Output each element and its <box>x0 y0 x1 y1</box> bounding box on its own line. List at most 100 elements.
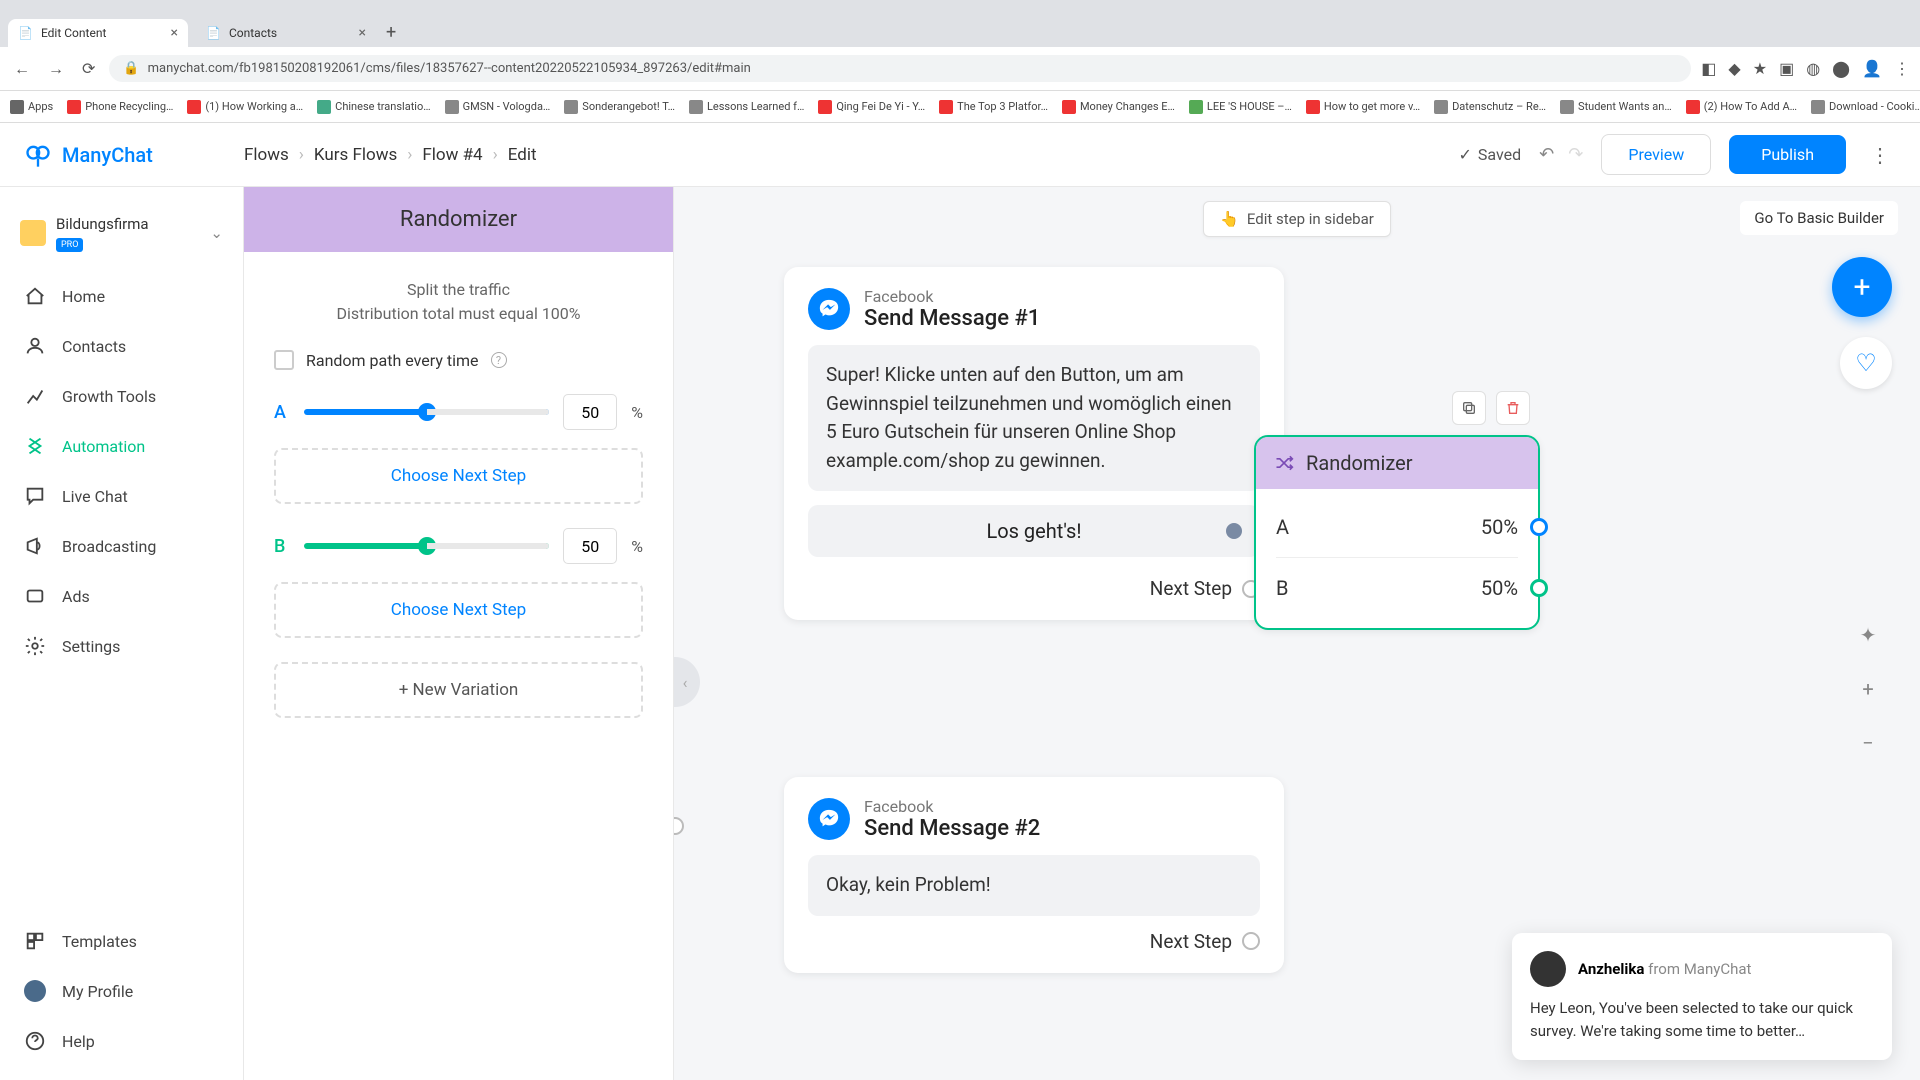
browser-tab-inactive[interactable]: 📄 Contacts × <box>196 19 376 47</box>
bookmark-item[interactable]: Apps <box>10 100 53 114</box>
extension-icon[interactable]: ◧ <box>1701 59 1716 78</box>
browser-tab-active[interactable]: 📄 Edit Content × <box>8 19 188 47</box>
randomizer-row-a[interactable]: A 50% <box>1276 497 1518 557</box>
extension-icon[interactable]: ▣ <box>1779 59 1794 78</box>
nav-my-profile[interactable]: My Profile <box>0 966 243 1016</box>
nav-help[interactable]: Help <box>0 1016 243 1066</box>
nav-live-chat[interactable]: Live Chat <box>0 471 243 521</box>
nav-broadcasting[interactable]: Broadcasting <box>0 521 243 571</box>
nav-growth-tools[interactable]: Growth Tools <box>0 371 243 421</box>
back-icon[interactable]: ← <box>10 55 34 83</box>
canvas-start-port[interactable] <box>674 817 684 835</box>
flow-canvas[interactable]: 👆 Edit step in sidebar Go To Basic Build… <box>674 187 1920 1080</box>
bookmark-item[interactable]: (2) How To Add A… <box>1686 100 1797 114</box>
bookmark-item[interactable]: Qing Fei De Yi - Y… <box>818 100 925 114</box>
url-bar[interactable]: 🔒 manychat.com/fb198150208192061/cms/fil… <box>109 55 1691 82</box>
publish-button[interactable]: Publish <box>1729 135 1846 174</box>
message-text[interactable]: Super! Klicke unten auf den Button, um a… <box>808 345 1260 491</box>
bookmark-item[interactable]: How to get more v… <box>1306 100 1420 114</box>
bookmark-item[interactable]: GMSN - Vologda… <box>445 100 551 114</box>
extension-icon[interactable]: ★ <box>1753 59 1767 78</box>
next-step-row[interactable]: Next Step <box>808 577 1260 600</box>
growth-icon <box>24 385 46 407</box>
org-selector[interactable]: Bildungsfirma PRO ⌄ <box>0 205 243 271</box>
collapse-sidebar-handle[interactable]: ‹ <box>674 657 700 707</box>
trash-icon <box>1505 400 1521 416</box>
breadcrumb-item[interactable]: Flows <box>244 145 289 165</box>
left-nav: Bildungsfirma PRO ⌄ Home Contacts Growth… <box>0 187 244 1080</box>
variant-pct-input[interactable] <box>563 394 617 430</box>
bookmark-item[interactable]: Datenschutz – Re… <box>1434 100 1546 114</box>
tab-close-icon[interactable]: × <box>171 25 178 41</box>
bookmark-item[interactable]: Money Changes E… <box>1062 100 1175 114</box>
randomizer-node[interactable]: Randomizer A 50% B 50% <box>1254 435 1540 630</box>
extension-icon[interactable]: ◍ <box>1806 59 1820 78</box>
slider-thumb-icon[interactable] <box>418 537 436 555</box>
tab-close-icon[interactable]: × <box>359 25 366 41</box>
tab-favicon: 📄 <box>18 26 33 40</box>
undo-button[interactable]: ↶ <box>1539 144 1554 165</box>
slider-thumb-icon[interactable] <box>418 403 436 421</box>
bookmark-item[interactable]: LEE 'S HOUSE –… <box>1189 100 1292 114</box>
output-port-a[interactable] <box>1530 518 1548 536</box>
send-message-2-card[interactable]: Facebook Send Message #2 Okay, kein Prob… <box>784 777 1284 973</box>
bookmark-item[interactable]: (1) How Working a… <box>187 100 303 114</box>
bookmark-item[interactable]: The Top 3 Platfor… <box>939 100 1048 114</box>
breadcrumb-item[interactable]: Kurs Flows <box>314 145 397 165</box>
nav-templates[interactable]: Templates <box>0 916 243 966</box>
support-chat-widget[interactable]: Anzhelika from ManyChat Hey Leon, You've… <box>1512 933 1892 1060</box>
breadcrumb-item[interactable]: Flow #4 <box>422 145 482 165</box>
variant-slider[interactable] <box>304 409 549 415</box>
output-port-empty[interactable] <box>1242 932 1260 950</box>
nav-automation[interactable]: Automation <box>0 421 243 471</box>
editor-subtitle: Distribution total must equal 100% <box>274 302 643 326</box>
new-variation-button[interactable]: + New Variation <box>274 662 643 718</box>
favorite-fab[interactable]: ♡ <box>1840 337 1892 389</box>
basic-builder-button[interactable]: Go To Basic Builder <box>1740 201 1898 235</box>
preview-button[interactable]: Preview <box>1601 134 1711 175</box>
output-port[interactable] <box>1226 523 1242 539</box>
bookmark-item[interactable]: Phone Recycling… <box>67 100 173 114</box>
send-message-1-card[interactable]: Facebook Send Message #1 Super! Klicke u… <box>784 267 1284 620</box>
extension-icon[interactable]: ◆ <box>1728 59 1740 78</box>
profile-avatar-icon[interactable]: 👤 <box>1862 59 1882 78</box>
bookmark-item[interactable]: Lessons Learned f… <box>689 100 804 114</box>
new-tab-button[interactable]: + <box>376 18 406 47</box>
message-text[interactable]: Okay, kein Problem! <box>808 855 1260 916</box>
variant-slider[interactable] <box>304 543 549 549</box>
next-step-row[interactable]: Next Step <box>808 930 1260 953</box>
zoom-in-button[interactable]: + <box>1850 671 1886 707</box>
more-icon[interactable]: ⋮ <box>1894 59 1910 78</box>
choose-next-step-button[interactable]: Choose Next Step <box>274 448 643 504</box>
output-port-b[interactable] <box>1530 579 1548 597</box>
nav-ads[interactable]: Ads <box>0 571 243 621</box>
nav-contacts[interactable]: Contacts <box>0 321 243 371</box>
avatar-icon <box>24 980 46 1002</box>
message-button[interactable]: Los geht's! <box>808 505 1260 557</box>
more-menu-icon[interactable]: ⋮ <box>1864 143 1896 167</box>
randomizer-header: Randomizer <box>1256 437 1538 489</box>
help-icon[interactable]: ? <box>491 352 507 368</box>
checkbox-icon[interactable] <box>274 350 294 370</box>
variant-pct-input[interactable] <box>563 528 617 564</box>
redo-button[interactable]: ↷ <box>1568 144 1583 165</box>
add-step-fab[interactable]: + <box>1832 257 1892 317</box>
logo[interactable]: ManyChat <box>24 141 244 169</box>
auto-layout-button[interactable]: ✦ <box>1850 617 1886 653</box>
random-path-checkbox-row[interactable]: Random path every time ? <box>274 350 643 370</box>
extension-icon[interactable]: ⬤ <box>1832 59 1850 78</box>
bookmark-item[interactable]: Download - Cooki… <box>1811 100 1920 114</box>
duplicate-button[interactable] <box>1452 391 1486 425</box>
nav-home[interactable]: Home <box>0 271 243 321</box>
zoom-out-button[interactable]: − <box>1850 725 1886 761</box>
randomizer-row-b[interactable]: B 50% <box>1276 557 1518 618</box>
bookmark-item[interactable]: Chinese translatio… <box>317 100 430 114</box>
reload-icon[interactable]: ⟳ <box>78 55 99 82</box>
delete-button[interactable] <box>1496 391 1530 425</box>
choose-next-step-button[interactable]: Choose Next Step <box>274 582 643 638</box>
bookmark-item[interactable]: Sonderangebot! T… <box>564 100 675 114</box>
edit-sidebar-button[interactable]: 👆 Edit step in sidebar <box>1203 201 1391 237</box>
bookmark-item[interactable]: Student Wants an… <box>1560 100 1672 114</box>
forward-icon[interactable]: → <box>44 55 68 83</box>
nav-settings[interactable]: Settings <box>0 621 243 671</box>
